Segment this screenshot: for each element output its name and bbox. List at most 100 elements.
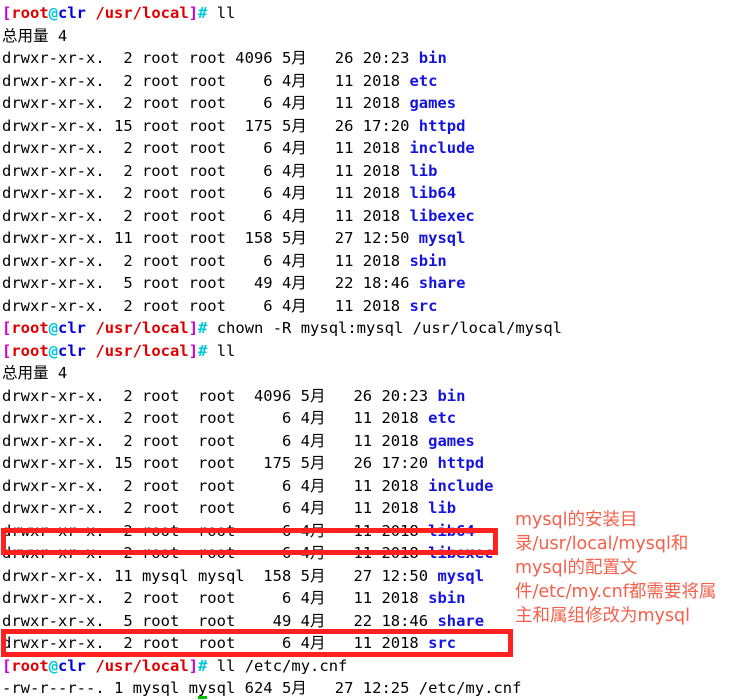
listing-name: include	[428, 476, 494, 495]
output-text: 总用量 4	[2, 364, 68, 382]
terminal-command-text: chown -R mysql:mysql /usr/local/mysql	[207, 319, 562, 337]
listing-name: etc	[428, 409, 457, 427]
listing-name: sbin	[409, 251, 447, 270]
listing-meta: drwxr-xr-x. 2 root root 6 4月 11 2018	[2, 544, 429, 562]
listing-meta: drwxr-xr-x. 2 root root 6 4月 11 2018	[2, 521, 429, 540]
listing-meta: drwxr-xr-x. 5 root root 49 4月 22 18:46	[2, 274, 419, 292]
listing-name: mysql	[437, 566, 485, 585]
listing-meta: drwxr-xr-x. 2 root root 6 4月 11 2018	[2, 589, 429, 607]
listing-name: sbin	[428, 589, 466, 607]
listing-meta: drwxr-xr-x. 2 root root 6 4月 11 2018	[2, 296, 410, 315]
listing-meta: drwxr-xr-x. 2 root root 6 4月 11 2018	[2, 409, 429, 427]
prompt-bracket-open: [	[2, 4, 12, 22]
listing-row-httpd: drwxr-xr-x. 15 root root 175 5月 26 17:20…	[2, 115, 734, 138]
listing-name: share	[437, 611, 485, 630]
listing-name: games	[428, 431, 475, 450]
prompt-bracket-close: ]	[188, 4, 199, 22]
listing-meta: drwxr-xr-x. 15 root root 175 5月 26 17:20	[2, 454, 438, 472]
prompt-path: /usr/local	[95, 4, 189, 22]
annotation-note: mysql的安装目录/usr/local/mysql和mysql的配置文件/et…	[515, 510, 717, 626]
listing-meta: drwxr-xr-x. 2 root root 4096 5月 26 20:23	[2, 386, 438, 405]
terminal-output-line-2: 总用量 4	[2, 362, 734, 385]
prompt-bracket-close: ]	[188, 319, 199, 337]
listing2-row-bin: drwxr-xr-x. 2 root root 4096 5月 26 20:23…	[2, 385, 734, 408]
listing2-row-etc: drwxr-xr-x. 2 root root 6 4月 11 2018 etc	[2, 407, 734, 430]
file-row-mycnf: -rw-r--r--. 1 mysql mysql 624 5月 27 12:2…	[2, 677, 734, 700]
listing-name: share	[418, 274, 466, 292]
terminal-command-text: ll	[207, 4, 236, 22]
listing-row-sbin: drwxr-xr-x. 2 root root 6 4月 11 2018 sbi…	[2, 250, 734, 273]
listing-name: lib	[409, 161, 438, 180]
terminal-command-text: ll	[207, 341, 236, 360]
listing-name: lib64	[428, 521, 475, 540]
listing-name: libexec	[409, 206, 475, 225]
listing-row-src: drwxr-xr-x. 2 root root 6 4月 11 2018 src	[2, 295, 734, 318]
prompt-user: root	[11, 4, 49, 22]
prompt-path: /usr/local	[95, 656, 189, 675]
listing-meta: drwxr-xr-x. 2 root root 6 4月 11 2018	[2, 476, 429, 495]
listing-row-etc: drwxr-xr-x. 2 root root 6 4月 11 2018 etc	[2, 70, 734, 93]
listing-meta: drwxr-xr-x. 2 root root 6 4月 11 2018	[2, 71, 410, 90]
listing-name: lib64	[409, 184, 457, 202]
listing-meta: drwxr-xr-x. 2 root root 6 4月 11 2018	[2, 161, 410, 180]
listing-row-bin: drwxr-xr-x. 2 root root 4096 5月 26 20:23…	[2, 47, 734, 70]
listing-name: mysql	[418, 229, 466, 247]
listing-row-mysql: drwxr-xr-x. 11 root root 158 5月 27 12:50…	[2, 227, 734, 250]
file-row-text: -rw-r--r--. 1 mysql mysql 624 5月 27 12:2…	[2, 679, 522, 697]
listing-name: lib	[428, 499, 457, 517]
listing-row-include: drwxr-xr-x. 2 root root 6 4月 11 2018 inc…	[2, 137, 734, 160]
listing-name: libexec	[428, 544, 494, 562]
prompt-bracket-open: [	[2, 319, 12, 337]
terminal-prompt-line-chown: [root@clr /usr/local]# chown -R mysql:my…	[2, 317, 734, 340]
listing-row-games: drwxr-xr-x. 2 root root 6 4月 11 2018 gam…	[2, 92, 734, 115]
prompt-path: /usr/local	[95, 341, 189, 360]
prompt-hash: #	[198, 319, 208, 337]
terminal-output-line: 总用量 4	[2, 25, 734, 48]
listing-name: games	[409, 94, 457, 112]
listing2-row-src: drwxr-xr-x. 2 root root 6 4月 11 2018 src	[2, 632, 734, 655]
listing-meta: drwxr-xr-x. 5 root root 49 4月 22 18:46	[2, 611, 438, 630]
terminal-prompt-line-mycnf: [root@clr /usr/local]# ll /etc/my.cnf	[2, 655, 734, 678]
listing-meta: drwxr-xr-x. 2 root root 6 4月 11 2018	[2, 206, 410, 225]
listing-name: bin	[437, 386, 466, 405]
prompt-path: /usr/local	[95, 319, 189, 337]
prompt-at-symbol: @	[48, 656, 59, 675]
listing-meta: drwxr-xr-x. 2 root root 4096 5月 26 20:23	[2, 49, 419, 67]
listing-meta: drwxr-xr-x. 2 root root 6 4月 11 2018	[2, 251, 410, 270]
prompt-at-symbol: @	[48, 319, 59, 337]
prompt-user: root	[11, 341, 49, 360]
text-cursor	[198, 695, 207, 699]
listing-meta: drwxr-xr-x. 2 root root 6 4月 11 2018	[2, 94, 410, 112]
listing-name: httpd	[437, 454, 485, 472]
prompt-hash: #	[198, 341, 208, 360]
prompt-user: root	[11, 656, 49, 675]
listing-meta: drwxr-xr-x. 2 root root 6 4月 11 2018	[2, 431, 429, 450]
listing-name: bin	[418, 49, 447, 67]
listing-row-libexec: drwxr-xr-x. 2 root root 6 4月 11 2018 lib…	[2, 205, 734, 228]
listing-meta: drwxr-xr-x. 2 root root 6 4月 11 2018	[2, 139, 410, 157]
listing-meta: drwxr-xr-x. 11 root root 158 5月 27 12:50	[2, 229, 419, 247]
prompt-hash: #	[198, 656, 208, 675]
listing-name: httpd	[418, 116, 466, 135]
listing-name: etc	[409, 71, 438, 90]
listing2-row-httpd: drwxr-xr-x. 15 root root 175 5月 26 17:20…	[2, 452, 734, 475]
listing-name: src	[428, 634, 457, 652]
terminal-prompt-line-ll2: [root@clr /usr/local]# ll	[2, 340, 734, 363]
listing-name: include	[409, 139, 475, 157]
listing-row-lib: drwxr-xr-x. 2 root root 6 4月 11 2018 lib	[2, 160, 734, 183]
listing-meta: drwxr-xr-x. 15 root root 175 5月 26 17:20	[2, 116, 419, 135]
prompt-bracket-close: ]	[188, 341, 199, 360]
listing2-row-include: drwxr-xr-x. 2 root root 6 4月 11 2018 inc…	[2, 475, 734, 498]
listing-meta: drwxr-xr-x. 2 root root 6 4月 11 2018	[2, 184, 410, 202]
listing-row-lib64: drwxr-xr-x. 2 root root 6 4月 11 2018 lib…	[2, 182, 734, 205]
prompt-bracket-open: [	[2, 341, 12, 360]
prompt-user: root	[11, 319, 49, 337]
listing-meta: drwxr-xr-x. 11 mysql mysql 158 5月 27 12:…	[2, 566, 438, 585]
listing-meta: drwxr-xr-x. 2 root root 6 4月 11 2018	[2, 499, 429, 517]
output-text: 总用量 4	[2, 26, 68, 45]
prompt-bracket-close: ]	[188, 656, 199, 675]
